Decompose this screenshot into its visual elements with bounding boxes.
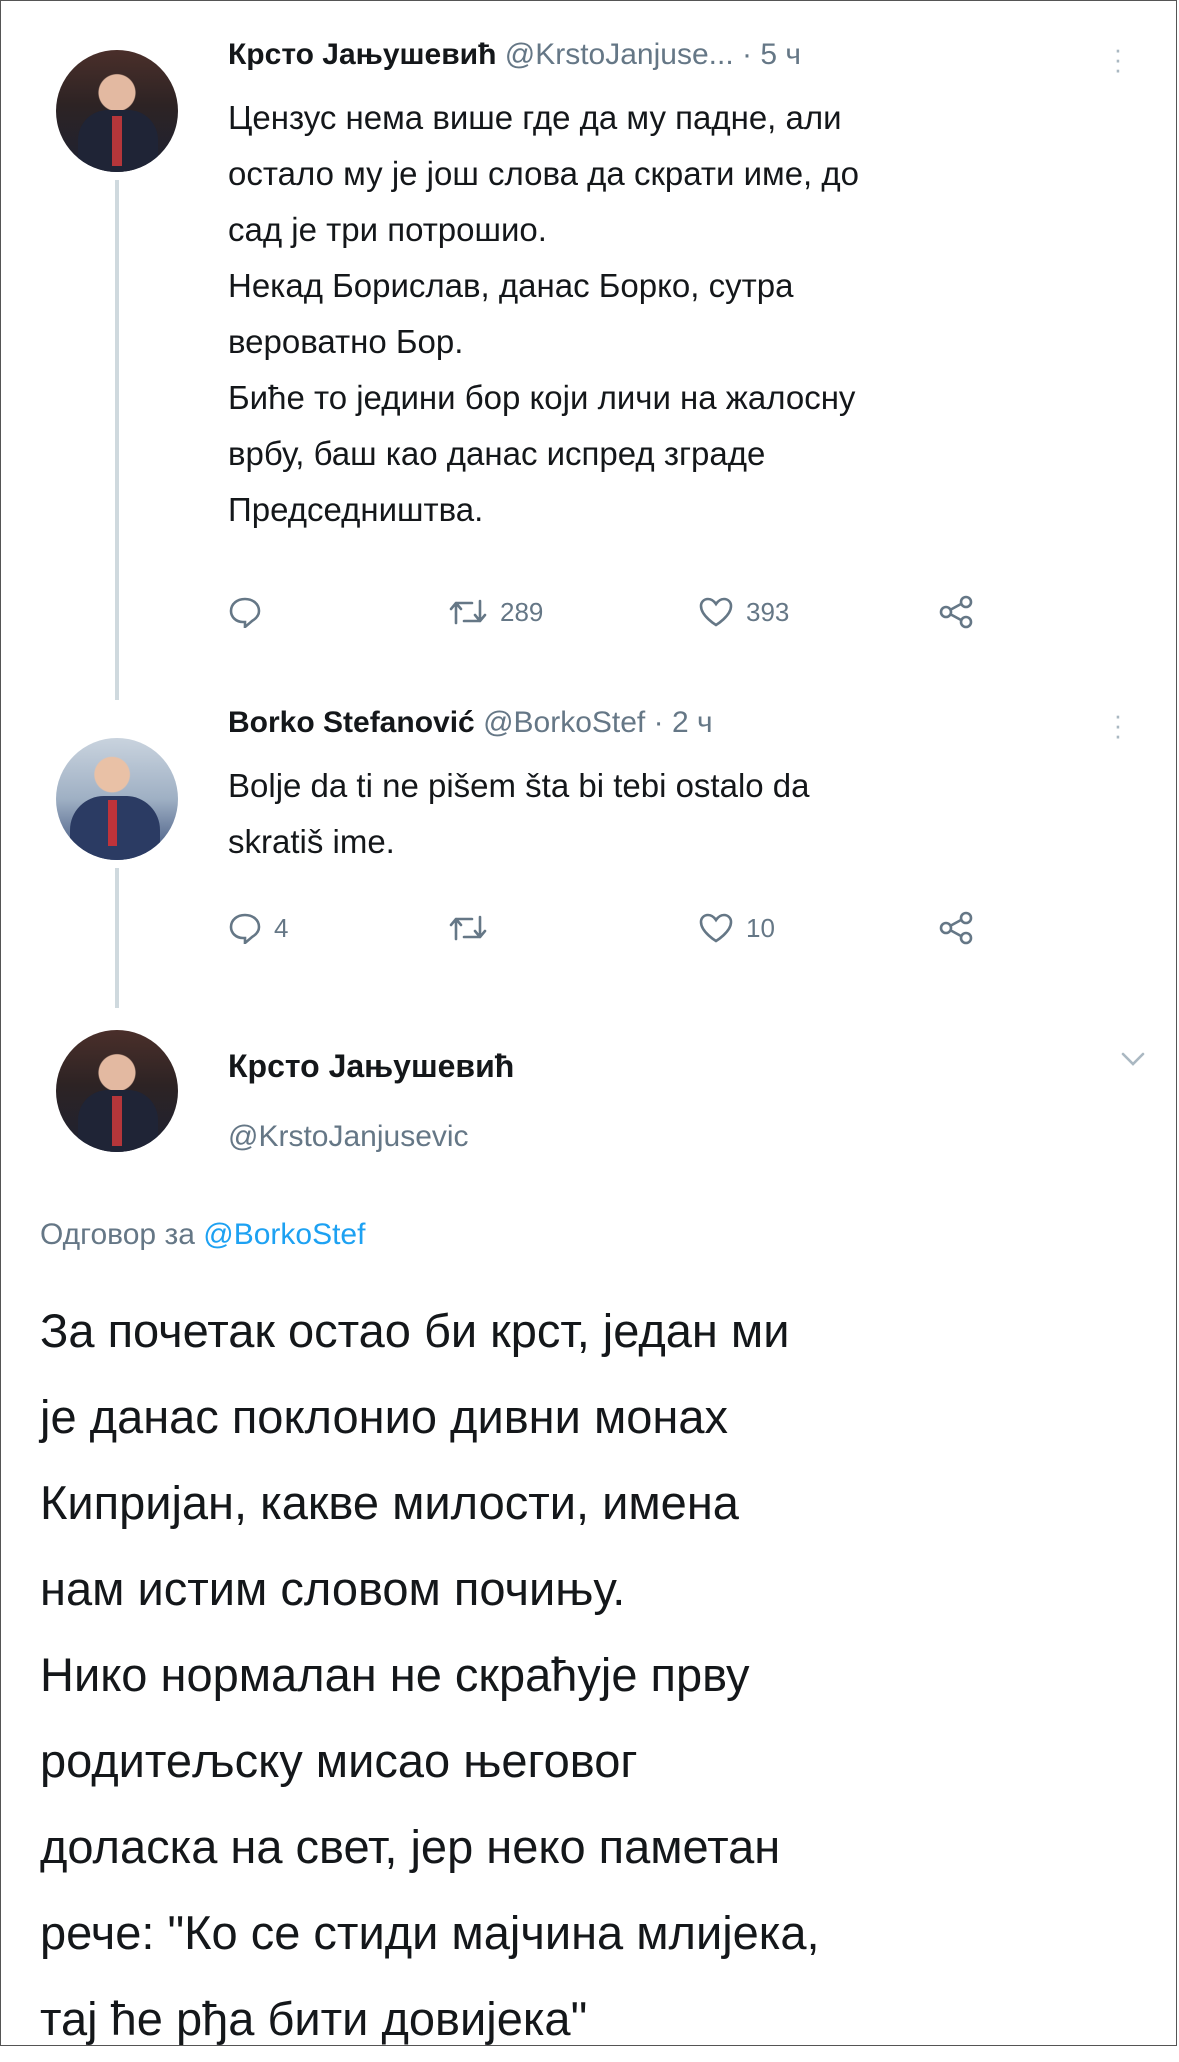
timestamp[interactable]: 2 ч bbox=[672, 706, 713, 739]
tweet-line: Нико нормалан не скраћује прву bbox=[40, 1648, 750, 1701]
tweet-line: Некад Борислав, данас Борко, сутра bbox=[228, 267, 794, 304]
tweet-line: рече: "Ко се стиди мајчина млијека, bbox=[40, 1906, 820, 1959]
author-name[interactable]: Крсто Јањушевић bbox=[228, 1048, 514, 1085]
share-button[interactable] bbox=[938, 594, 974, 630]
reply-icon bbox=[229, 913, 261, 944]
reply-button[interactable] bbox=[228, 596, 262, 628]
like-button[interactable]: 393 bbox=[698, 596, 789, 628]
author-handle[interactable]: @BorkoStef bbox=[483, 706, 645, 739]
tweet-line: Bolje da ti ne pišem šta bi tebi ostalo … bbox=[228, 767, 810, 804]
reply-button[interactable]: 4 bbox=[228, 912, 288, 944]
tweet-line: Кипријан, какве милости, имена bbox=[40, 1476, 739, 1529]
more-options-icon[interactable]: · · · bbox=[1112, 36, 1124, 82]
timestamp[interactable]: 5 ч bbox=[760, 38, 801, 71]
reply-mention-link[interactable]: @BorkoStef bbox=[203, 1218, 365, 1251]
author-handle[interactable]: @KrstoJanjusevic bbox=[228, 1120, 469, 1154]
share-icon bbox=[939, 911, 973, 945]
tweet-line: Председништва. bbox=[228, 491, 484, 528]
reply-icon bbox=[229, 597, 261, 628]
share-icon bbox=[939, 595, 973, 629]
tweet-header: Borko Stefanović @BorkoStef · 2 ч bbox=[228, 706, 713, 740]
retweet-icon bbox=[449, 599, 487, 625]
tweet-line: тај ће рђа бити довијека" bbox=[40, 1992, 588, 2045]
tweet-line: вероватно Бор. bbox=[228, 323, 464, 360]
avatar[interactable] bbox=[56, 1030, 178, 1152]
tweet-text: Цензус нема више где да му падне, али ос… bbox=[228, 90, 1128, 538]
heart-icon bbox=[699, 913, 733, 943]
tweet-line: Биће то једини бор који личи на жалосну bbox=[228, 379, 856, 416]
tweet-line: сад је три потрошио. bbox=[228, 211, 547, 248]
like-count: 10 bbox=[746, 912, 775, 943]
tweet-line: доласка на свет, јер неко паметан bbox=[40, 1820, 781, 1873]
tweet-header: Крсто Јањушевић @KrstoJanjuse... · 5 ч bbox=[228, 38, 801, 72]
more-options-icon[interactable]: · · · bbox=[1112, 702, 1124, 748]
tweet-line: skratiš ime. bbox=[228, 823, 395, 860]
retweet-button[interactable] bbox=[448, 913, 488, 943]
share-button[interactable] bbox=[938, 910, 974, 946]
like-button[interactable]: 10 bbox=[698, 912, 775, 944]
thread-line bbox=[115, 868, 119, 1008]
tweet-text: За почетак остао би крст, један ми је да… bbox=[40, 1288, 1140, 2062]
tweet-actions: 289 393 bbox=[228, 592, 1028, 632]
tweet-line: нам истим словом почињу. bbox=[40, 1562, 626, 1615]
author-name[interactable]: Borko Stefanović bbox=[228, 706, 475, 739]
thread-line bbox=[115, 180, 119, 700]
heart-icon bbox=[699, 597, 733, 627]
separator-dot: · bbox=[653, 706, 664, 739]
tweet-line: је данас поклонио дивни монах bbox=[40, 1390, 728, 1443]
like-count: 393 bbox=[746, 596, 790, 627]
avatar[interactable] bbox=[56, 738, 178, 860]
tweet-line: остало му је још слова да скрати име, до bbox=[228, 155, 859, 192]
tweet-line: За почетак остао би крст, један ми bbox=[40, 1304, 790, 1357]
reply-count: 4 bbox=[274, 912, 289, 943]
author-handle[interactable]: @KrstoJanjuse... bbox=[505, 38, 734, 71]
retweet-button[interactable]: 289 bbox=[448, 597, 543, 628]
tweet-actions: 4 10 bbox=[228, 908, 1028, 948]
tweet-line: врбу, баш као данас испред зграде bbox=[228, 435, 766, 472]
tweet-line: родитељску мисао његовог bbox=[40, 1734, 638, 1787]
chevron-down-icon[interactable] bbox=[1120, 1050, 1146, 1073]
author-name[interactable]: Крсто Јањушевић bbox=[228, 38, 496, 71]
retweet-icon bbox=[449, 915, 487, 941]
reply-prefix: Одговор за bbox=[40, 1218, 195, 1251]
avatar[interactable] bbox=[56, 50, 178, 172]
replying-to: Одговор за @BorkoStef bbox=[40, 1218, 365, 1252]
tweet-line: Цензус нема више где да му падне, али bbox=[228, 99, 842, 136]
separator-dot: · bbox=[742, 38, 752, 71]
tweet-text: Bolje da ti ne pišem šta bi tebi ostalo … bbox=[228, 758, 1128, 870]
retweet-count: 289 bbox=[500, 596, 544, 627]
